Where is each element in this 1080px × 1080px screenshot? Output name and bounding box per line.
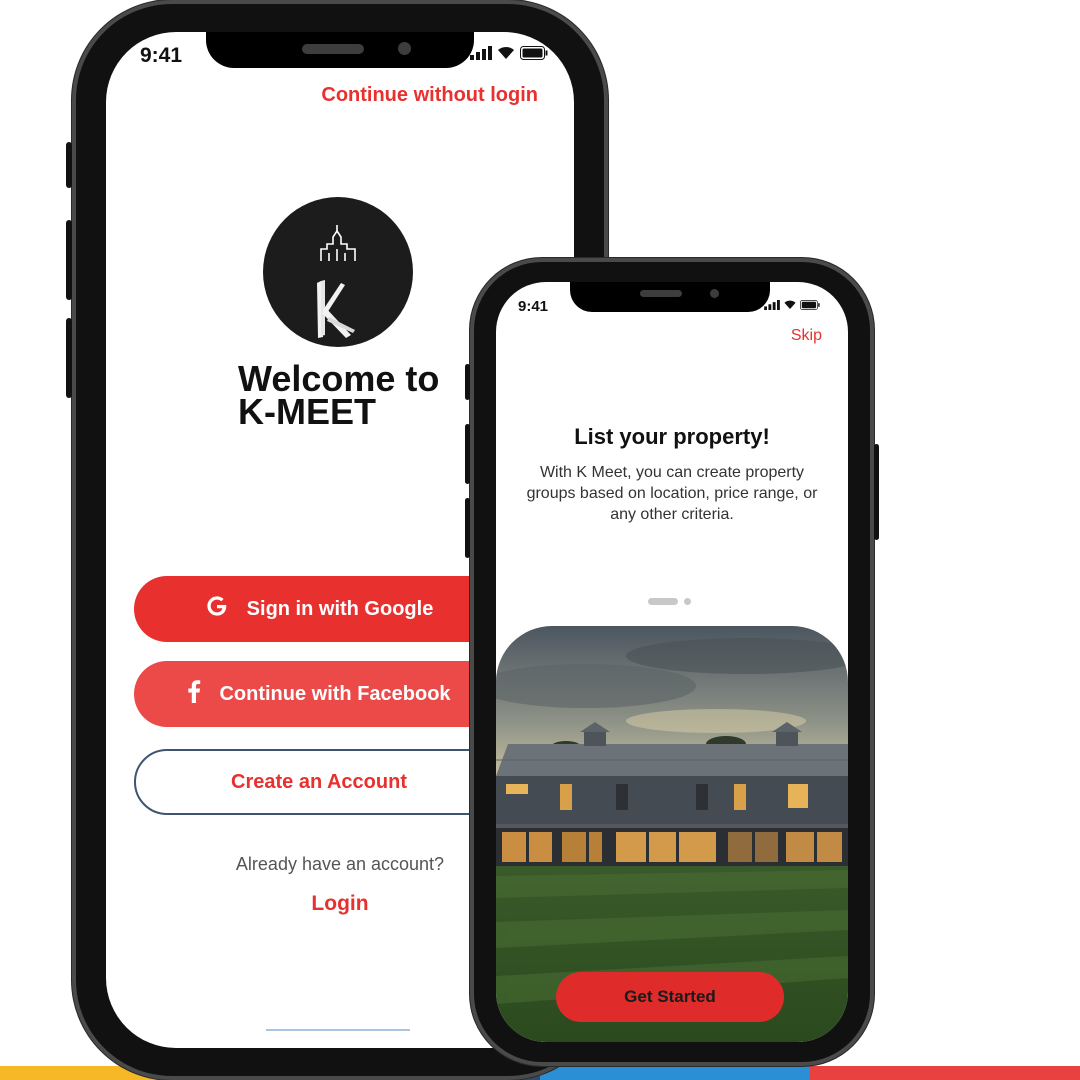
wifi-icon [496, 45, 516, 60]
signal-icon [470, 46, 492, 60]
page-dot [684, 598, 691, 605]
mute-switch [66, 142, 72, 188]
phone-onboarding-screen: 9:41 Skip List your property! With K Mee… [465, 258, 879, 1066]
page-dot-active [648, 598, 678, 605]
notch [570, 282, 770, 312]
google-g-icon [205, 594, 229, 624]
volume-down-button [465, 424, 470, 484]
strip-blue [540, 1066, 810, 1080]
skip-link[interactable]: Skip [791, 327, 822, 345]
create-account-button[interactable]: Create an Account [134, 749, 504, 815]
silent-button [465, 498, 470, 558]
onboarding-screen: 9:41 Skip List your property! With K Mee… [496, 282, 848, 1042]
status-icons [470, 45, 548, 60]
home-indicator [266, 1029, 410, 1031]
front-camera [398, 42, 411, 55]
create-account-label: Create an Account [231, 770, 407, 793]
status-icons [764, 299, 820, 310]
status-time: 9:41 [518, 298, 549, 315]
front-camera [710, 289, 719, 298]
k-meet-logo [263, 197, 413, 347]
facebook-button-label: Continue with Facebook [219, 682, 451, 705]
google-button-label: Sign in with Google [246, 597, 434, 620]
onboarding-description: With K Meet, you can create property gro… [526, 464, 818, 523]
volume-up-button [465, 364, 470, 400]
continue-without-login-link[interactable]: Continue without login [321, 84, 538, 107]
google-sign-in-button[interactable]: Sign in with Google [134, 576, 504, 642]
notch [206, 32, 474, 68]
battery-icon [800, 300, 820, 310]
signal-icon [764, 300, 780, 310]
power-button [874, 444, 879, 540]
page-indicator [648, 598, 691, 605]
strip-red [810, 1066, 1080, 1080]
get-started-button[interactable]: Get Started [556, 972, 784, 1022]
volume-up-button [66, 220, 72, 300]
facebook-sign-in-button[interactable]: Continue with Facebook [134, 661, 504, 727]
onboarding-title: List your property! [574, 424, 770, 449]
battery-icon [520, 46, 548, 60]
speaker-grille [640, 290, 682, 297]
wifi-icon [783, 299, 797, 310]
facebook-f-icon [187, 679, 201, 709]
speaker-grille [302, 44, 364, 54]
status-time: 9:41 [140, 44, 183, 67]
volume-down-button [66, 318, 72, 398]
